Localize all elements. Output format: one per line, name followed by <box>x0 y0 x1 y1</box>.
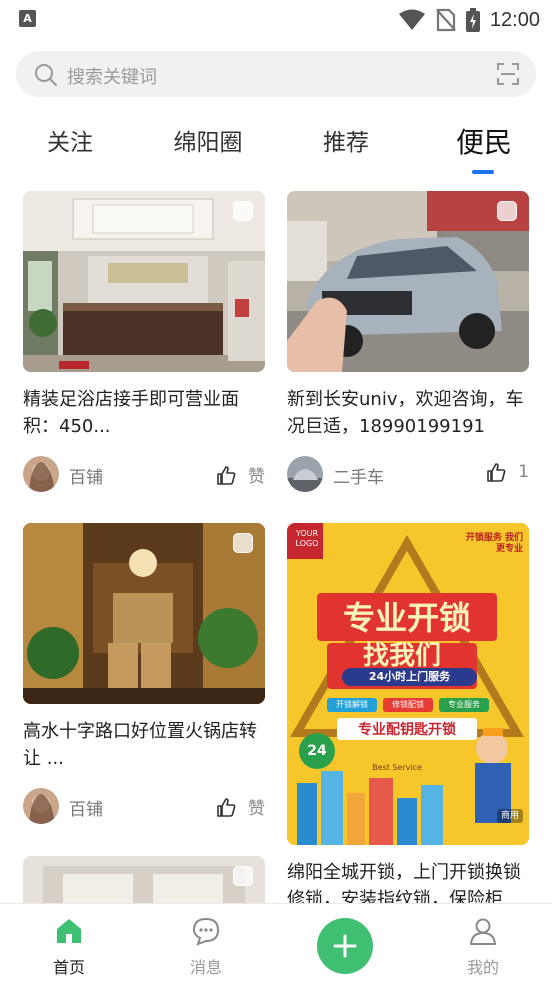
card-image <box>287 191 529 372</box>
avatar[interactable] <box>23 456 59 492</box>
profile-icon <box>470 918 496 945</box>
battery-charging-icon <box>465 8 480 32</box>
author-name: 百铺 <box>69 800 103 820</box>
nav-messages[interactable]: 消息 <box>166 916 246 978</box>
card-image <box>23 523 265 704</box>
search-icon <box>35 64 58 87</box>
card-title: 新到长安univ，欢迎咨询，车况巨适，18990199191 <box>287 389 524 437</box>
card-image: YOUR LOGO 开锁服务 我们更专业 专业开锁 找我们 24小时上门服务 开… <box>287 523 529 845</box>
tab-recommended[interactable]: 推荐 <box>320 118 372 168</box>
media-badge-icon <box>497 201 517 221</box>
poster-corner-tag: 开锁服务 我们更专业 <box>465 533 523 554</box>
avatar[interactable] <box>287 456 323 492</box>
card-title: 精装足浴店接手即可营业面积：450... <box>23 389 239 437</box>
feed-card[interactable]: YOUR LOGO 开锁服务 我们更专业 专业开锁 找我们 24小时上门服务 开… <box>287 523 529 913</box>
avatar[interactable] <box>23 788 59 824</box>
poster-headline-2: 找我们 <box>362 641 441 671</box>
poster-chip: 开锁解锁 <box>336 700 368 709</box>
card-image <box>23 191 265 372</box>
media-badge-icon <box>233 201 253 221</box>
nav-profile[interactable]: 我的 <box>443 916 523 978</box>
search-placeholder: 搜索关键词 <box>67 67 157 88</box>
tab-bar: 关注 绵阳圈 推荐 便民 <box>0 118 552 178</box>
home-icon <box>57 919 81 943</box>
status-time: 12:00 <box>489 8 540 31</box>
media-badge-icon <box>233 533 253 553</box>
status-bar: A 12:00 <box>0 0 552 40</box>
tab-following[interactable]: 关注 <box>44 118 96 168</box>
tab-convenience[interactable]: 便民 <box>454 118 514 168</box>
plus-icon <box>333 934 357 958</box>
poster-24h-badge: 24 <box>307 743 327 759</box>
tab-active-indicator <box>472 170 494 174</box>
wifi-icon <box>398 9 425 30</box>
feed-card[interactable]: 高水十字路口好位置火锅店转让 ... 百铺 赞 <box>23 523 265 826</box>
poster-chip: 专业服务 <box>448 700 480 709</box>
thumb-up-icon <box>217 465 236 485</box>
poster-banner: 24小时上门服务 <box>368 670 451 683</box>
poster-subhead: 专业配钥匙开锁 <box>358 722 456 738</box>
poster-logo: YOUR LOGO <box>295 529 319 548</box>
card-meta: 百铺 赞 <box>23 454 265 494</box>
poster-chip: 修锁配锁 <box>392 700 424 709</box>
like-count: 赞 <box>248 467 265 487</box>
nav-profile-label: 我的 <box>466 958 499 977</box>
thumb-up-icon <box>217 797 236 817</box>
feed-card[interactable]: 新到长安univ，欢迎咨询，车况巨适，18990199191 二手车 1 <box>287 191 529 494</box>
status-icons: 12:00 <box>398 6 540 34</box>
publish-button[interactable] <box>317 918 373 974</box>
bottom-navigation: 首页 消息 我的 <box>0 903 552 983</box>
like-count: 1 <box>518 462 529 482</box>
thumb-up-icon <box>487 463 506 482</box>
poster-service-en: Best Service <box>372 763 422 772</box>
card-title: 高水十字路口好位置火锅店转让 ... <box>23 721 257 769</box>
message-icon <box>192 917 220 946</box>
tab-mianyang-circle[interactable]: 绵阳圈 <box>170 118 246 168</box>
like-button[interactable]: 赞 <box>216 462 265 487</box>
app-notification-icon: A <box>19 10 36 27</box>
poster-tag: 商用 <box>496 809 523 823</box>
card-meta: 二手车 1 <box>287 454 529 494</box>
card-meta: 百铺 赞 <box>23 786 265 826</box>
like-count: 赞 <box>248 799 265 819</box>
nav-home[interactable]: 首页 <box>29 916 109 978</box>
like-button[interactable]: 赞 <box>216 794 265 819</box>
poster-headline-1: 专业开锁 <box>342 599 471 637</box>
nav-home-label: 首页 <box>52 958 85 977</box>
nav-messages-label: 消息 <box>189 958 222 977</box>
author-name: 二手车 <box>333 468 384 488</box>
author-name: 百铺 <box>69 468 103 488</box>
media-badge-icon <box>233 866 253 886</box>
like-button[interactable]: 1 <box>486 462 529 482</box>
search-bar[interactable]: 搜索关键词 <box>16 51 536 97</box>
no-sim-icon <box>436 8 456 32</box>
scan-icon[interactable] <box>496 62 520 86</box>
feed-card[interactable]: 精装足浴店接手即可营业面积：450... 百铺 赞 <box>23 191 265 494</box>
